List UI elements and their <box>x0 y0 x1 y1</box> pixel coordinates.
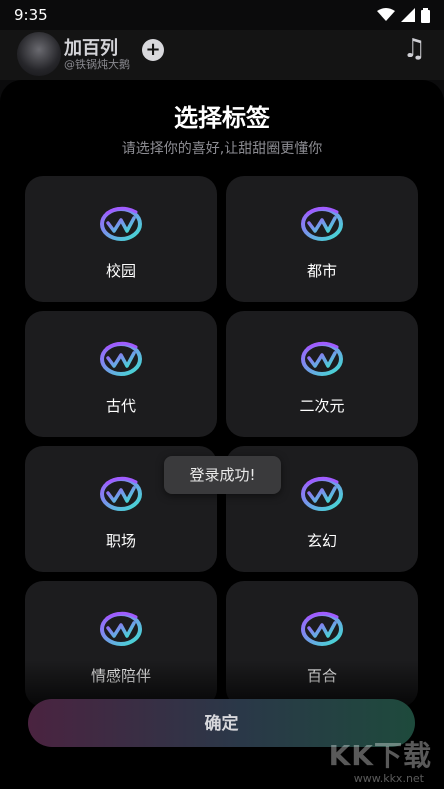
status-time: 9:35 <box>14 6 48 24</box>
donut-icon <box>301 476 343 511</box>
donut-icon <box>100 206 142 241</box>
music-note-icon[interactable]: ♫ <box>403 34 426 64</box>
watermark-logo: KK下载 <box>328 739 432 772</box>
tag-card-label: 玄幻 <box>306 532 337 550</box>
top-bar: 加百列 @铁锅炖大鹅 + ♫ <box>0 30 444 80</box>
status-icons <box>377 7 430 23</box>
donut-icon <box>100 611 142 646</box>
status-bar: 9:35 <box>0 0 444 30</box>
donut-icon <box>301 341 343 376</box>
donut-icon <box>100 476 142 511</box>
tag-card[interactable]: 古代 <box>25 311 217 437</box>
tag-card[interactable]: 二次元 <box>226 311 418 437</box>
donut-icon <box>301 611 343 646</box>
tag-card-label: 校园 <box>105 262 136 280</box>
tag-card[interactable]: 校园 <box>25 176 217 302</box>
donut-icon <box>301 206 343 241</box>
login-success-toast: 登录成功! <box>164 456 281 494</box>
tag-card-label: 都市 <box>306 262 337 280</box>
donut-icon <box>100 341 142 376</box>
follow-button[interactable]: + <box>142 39 164 61</box>
character-handle: @铁锅炖大鹅 <box>64 58 130 71</box>
wifi-icon <box>377 8 395 21</box>
tag-card[interactable]: 都市 <box>226 176 418 302</box>
sheet-title: 选择标签 <box>174 104 270 132</box>
sheet-subtitle: 请选择你的喜好,让甜甜圈更懂你 <box>121 141 323 157</box>
watermark-url: www.kkx.net <box>353 772 424 785</box>
tag-card-label: 二次元 <box>299 397 345 415</box>
battery-icon <box>421 7 430 23</box>
tag-card-label: 职场 <box>105 532 136 550</box>
signal-icon <box>401 8 415 22</box>
tag-card-label: 古代 <box>105 397 136 415</box>
avatar[interactable] <box>17 32 61 76</box>
